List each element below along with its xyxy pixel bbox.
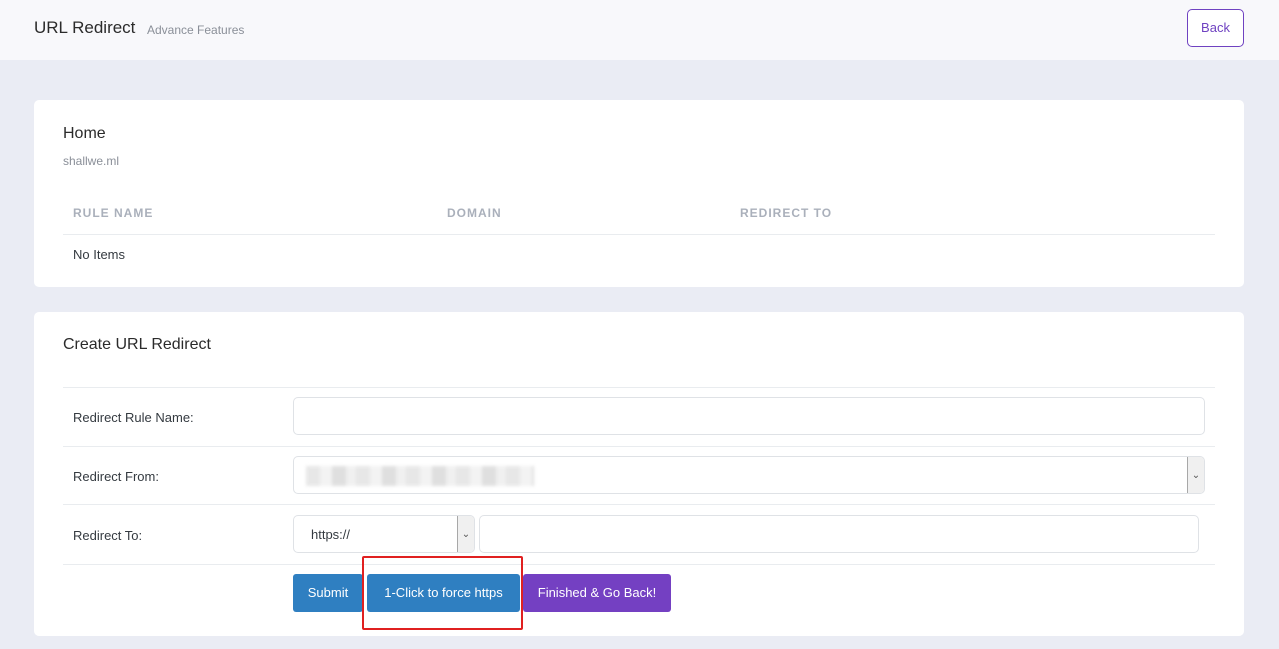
create-redirect-card: Create URL Redirect Redirect Rule Name: … xyxy=(34,312,1244,636)
redacted-domain xyxy=(306,466,534,486)
home-card-title: Home xyxy=(63,125,106,142)
chevron-down-icon[interactable]: ⌄ xyxy=(1187,457,1204,493)
form-divider xyxy=(63,387,1215,388)
table-divider xyxy=(63,234,1215,235)
column-header-redirect-to: REDIRECT TO xyxy=(740,206,833,220)
form-divider xyxy=(63,504,1215,505)
empty-table-message: No Items xyxy=(73,247,126,262)
highlight-box xyxy=(362,556,523,630)
column-header-rule-name: RULE NAME xyxy=(73,206,154,220)
rule-name-input[interactable] xyxy=(293,397,1205,435)
protocol-select[interactable]: https:// ⌄ xyxy=(293,515,475,553)
rule-name-label: Redirect Rule Name: xyxy=(73,410,194,425)
submit-button[interactable]: Submit xyxy=(293,574,363,612)
create-card-title: Create URL Redirect xyxy=(63,336,211,353)
page-title: URL Redirect xyxy=(34,18,136,37)
column-header-domain: DOMAIN xyxy=(447,206,502,220)
redirect-to-label: Redirect To: xyxy=(73,528,143,543)
home-card: Home shallwe.ml RULE NAME DOMAIN REDIREC… xyxy=(34,100,1244,287)
redirect-from-select[interactable]: ⌄ xyxy=(293,456,1205,494)
finish-go-back-button[interactable]: Finished & Go Back! xyxy=(523,574,671,612)
protocol-selected-value: https:// xyxy=(311,527,351,542)
domain-name: shallwe.ml xyxy=(63,154,120,168)
page-subtitle: Advance Features xyxy=(147,23,245,37)
back-button[interactable]: Back xyxy=(1187,9,1244,47)
redirect-target-input[interactable] xyxy=(479,515,1199,553)
form-divider xyxy=(63,446,1215,447)
chevron-down-icon[interactable]: ⌄ xyxy=(457,516,474,552)
form-divider xyxy=(63,564,1215,565)
top-bar: URL Redirect Advance Features Back xyxy=(0,0,1279,60)
redirect-from-label: Redirect From: xyxy=(73,469,159,484)
